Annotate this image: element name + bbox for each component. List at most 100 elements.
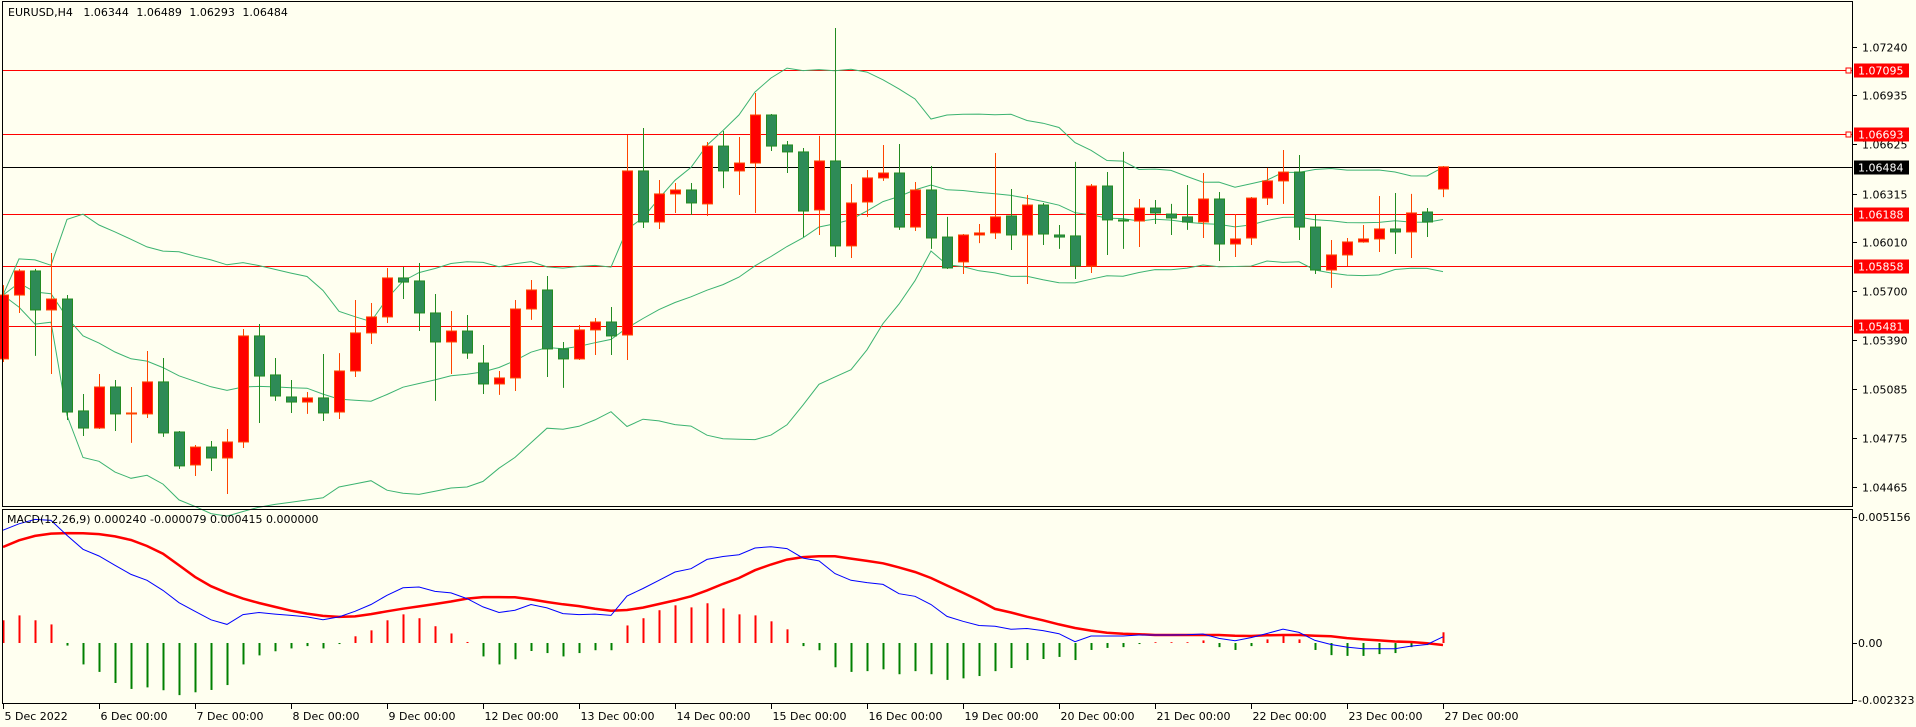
time-tick-label: 20 Dec 00:00: [1061, 710, 1135, 723]
candle-body: [1166, 213, 1177, 219]
time-tick-label: 13 Dec 00:00: [581, 710, 655, 723]
candle-body: [862, 177, 873, 203]
candle-body: [1038, 204, 1049, 235]
price-tick-label: 1.05085: [1862, 384, 1908, 397]
symbol-header: EURUSD,H4 1.06344 1.06489 1.06293 1.0648…: [8, 6, 288, 19]
candle-body: [494, 377, 505, 385]
candle-body: [846, 202, 857, 247]
time-tick-label: 9 Dec 00:00: [389, 710, 456, 723]
candle-body: [1326, 254, 1337, 271]
candle-body: [238, 335, 249, 443]
candle-body: [462, 330, 473, 354]
candle-body: [670, 189, 681, 195]
price-tick-label: 1.04775: [1862, 433, 1908, 446]
candle-body: [766, 114, 777, 147]
candle-body: [222, 441, 233, 459]
price-tick-label: 1.06935: [1862, 90, 1908, 103]
candle-bullish[interactable]: [574, 325, 585, 361]
candle-body: [1006, 215, 1017, 236]
candle-body: [1054, 234, 1065, 238]
header-low: 1.06293: [189, 6, 235, 19]
candle-body: [142, 381, 153, 415]
candle-body: [1118, 219, 1129, 222]
level-anchor-handle[interactable]: [1845, 67, 1852, 74]
candle-body: [318, 397, 329, 414]
candle-body: [1198, 198, 1209, 223]
candle-body: [1358, 238, 1369, 243]
candle-body: [990, 216, 1001, 234]
price-tick-label: 1.04465: [1862, 482, 1908, 495]
macd-indicator-label: MACD(12,26,9) 0.000240 -0.000079 0.00041…: [7, 513, 318, 526]
symbol-timeframe: EURUSD,H4: [8, 6, 73, 19]
time-tick-label: 7 Dec 00:00: [197, 710, 264, 723]
candle-body: [1070, 235, 1081, 267]
candle-body: [1294, 171, 1305, 228]
candle-body: [782, 144, 793, 153]
candle-body: [974, 232, 985, 236]
time-tick-label: 27 Dec 00:00: [1445, 710, 1519, 723]
candle-body: [1086, 185, 1097, 267]
price-tick-label: 1.06010: [1862, 237, 1908, 250]
candle-body: [190, 446, 201, 466]
candle-body: [590, 321, 601, 331]
candle-body: [798, 151, 809, 212]
candle-body: [510, 308, 521, 379]
candle-body: [398, 277, 409, 283]
candle-body: [910, 189, 921, 228]
candle-body: [878, 172, 889, 179]
candle-bullish[interactable]: [510, 299, 521, 391]
level-price-label: 1.05858: [1858, 261, 1904, 274]
candle-body: [622, 170, 633, 336]
candle-body: [702, 145, 713, 205]
bid-price-label: 1.06484: [1858, 162, 1904, 175]
candle-body: [1406, 212, 1417, 233]
candle-body: [526, 289, 537, 310]
price-tick-label: 1.05390: [1862, 335, 1908, 348]
time-tick-label: 21 Dec 00:00: [1157, 710, 1231, 723]
candle-body: [654, 193, 665, 223]
level-price-label: 1.07095: [1858, 65, 1904, 78]
candle-body: [926, 189, 937, 239]
candle-body: [0, 294, 9, 360]
candle-body: [62, 298, 73, 413]
candle-body: [1374, 228, 1385, 240]
candle-body: [46, 298, 57, 311]
candle-bullish[interactable]: [1246, 196, 1257, 245]
candle-bullish[interactable]: [0, 285, 9, 362]
macd-tick-label: 0.00: [1858, 637, 1883, 650]
candle-bullish[interactable]: [238, 328, 249, 449]
candle-body: [1422, 211, 1433, 223]
candle-body: [478, 362, 489, 385]
candle-bearish[interactable]: [174, 431, 185, 469]
candle-body: [158, 381, 169, 434]
candle-body: [446, 330, 457, 343]
candle-body: [14, 270, 25, 296]
candle-body: [334, 370, 345, 413]
candle-body: [286, 396, 297, 403]
time-tick-label: 8 Dec 00:00: [293, 710, 360, 723]
candle-body: [302, 397, 313, 403]
candle-body: [558, 348, 569, 360]
candle-body: [1246, 197, 1257, 239]
time-tick-label: 22 Dec 00:00: [1253, 710, 1327, 723]
candle-bullish[interactable]: [1086, 183, 1097, 274]
candle-body: [734, 162, 745, 172]
candle-body: [206, 446, 217, 459]
price-chart[interactable]: 1.072401.069351.066251.063151.060101.057…: [0, 0, 1916, 727]
header-high: 1.06489: [136, 6, 182, 19]
time-tick-label: 19 Dec 00:00: [965, 710, 1039, 723]
level-price-label: 1.05481: [1858, 321, 1904, 334]
candle-body: [830, 160, 841, 247]
candle-bearish[interactable]: [62, 295, 73, 420]
candle-body: [110, 386, 121, 415]
candle-body: [1102, 185, 1113, 221]
level-price-label: 1.06693: [1858, 129, 1904, 142]
candle-body: [1022, 204, 1033, 236]
level-anchor-handle[interactable]: [1845, 131, 1852, 138]
candle-bearish[interactable]: [766, 114, 777, 151]
candle-body: [78, 410, 89, 429]
time-tick-label: 5 Dec 2022: [5, 710, 68, 723]
candle-body: [270, 374, 281, 397]
candle-body: [638, 170, 649, 223]
candle-body: [1262, 180, 1273, 199]
